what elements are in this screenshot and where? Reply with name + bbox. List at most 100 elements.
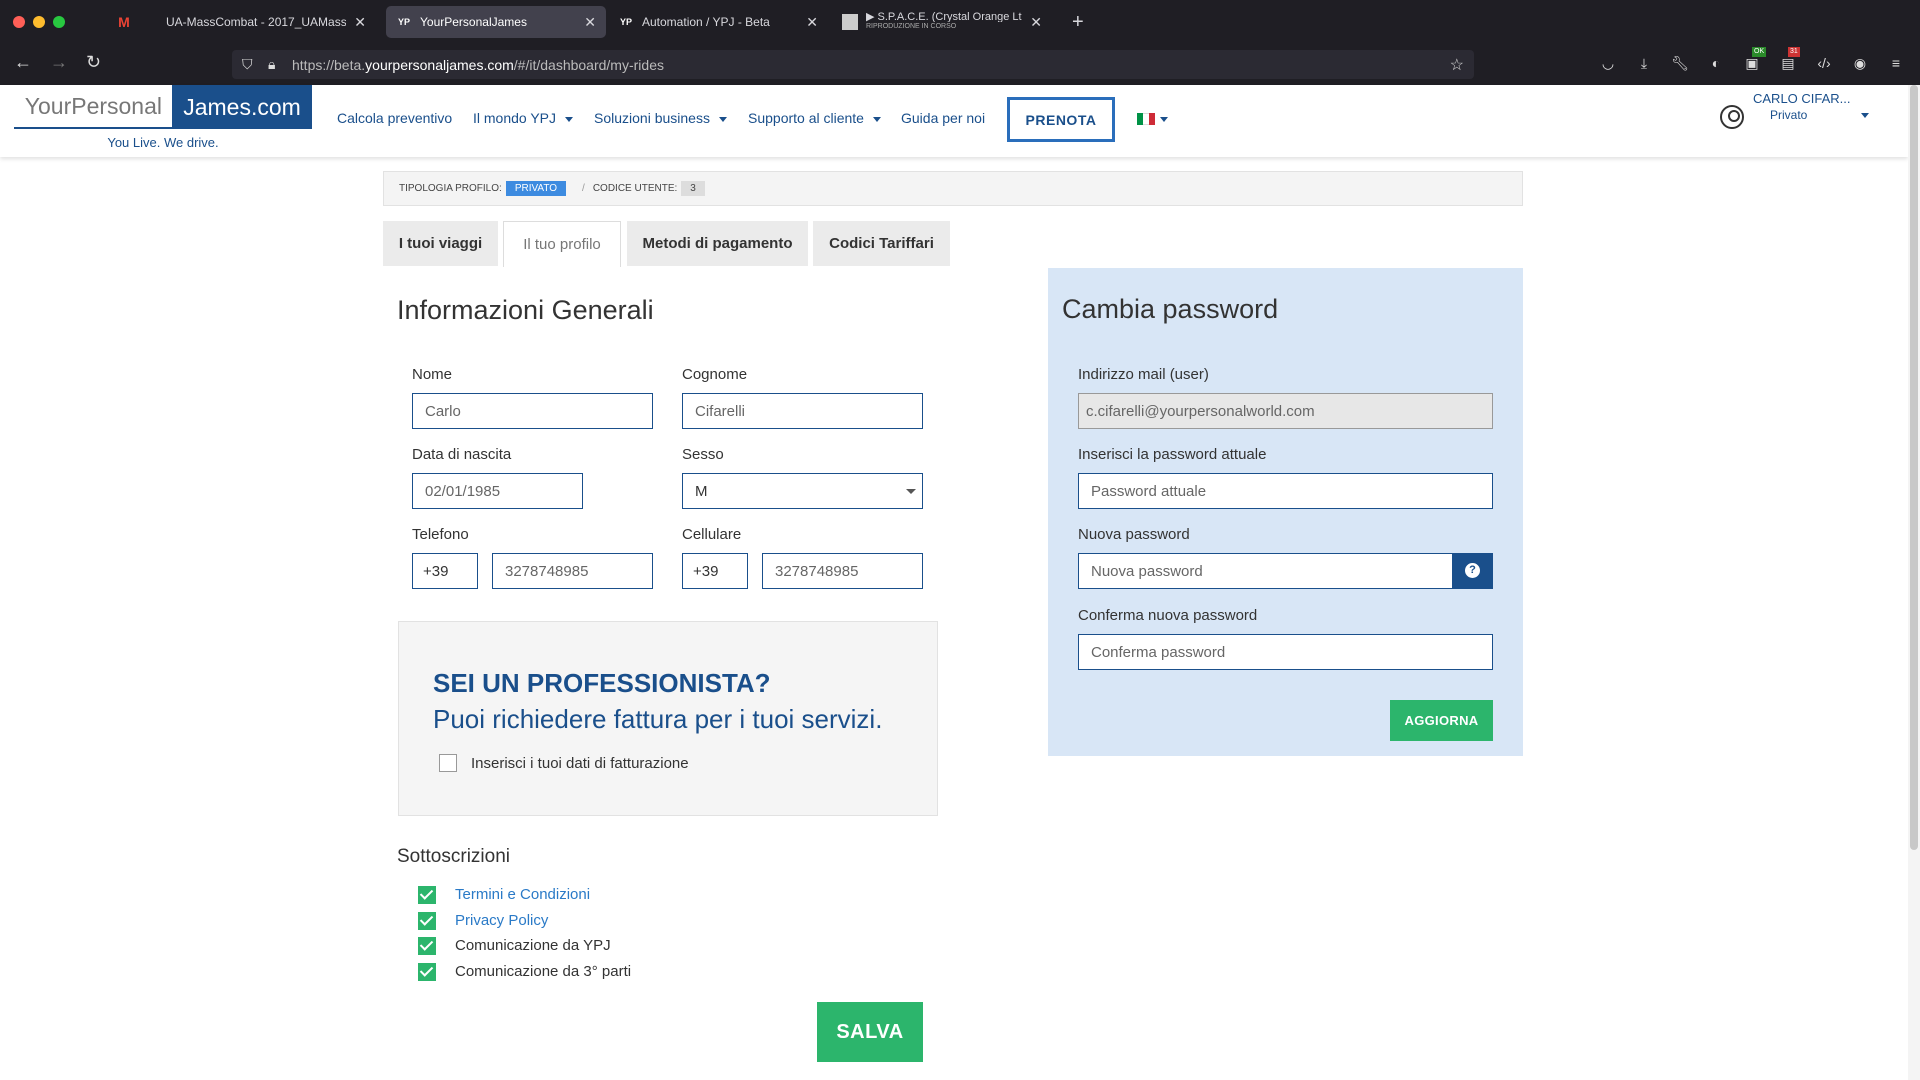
italy-flag-icon[interactable]	[1137, 113, 1155, 125]
strip-separator: /	[582, 183, 585, 194]
first-name-input[interactable]: Carlo	[412, 393, 653, 429]
scrollbar-thumb[interactable]	[1910, 85, 1918, 850]
gmail-icon: M	[118, 14, 130, 30]
user-name[interactable]: CARLO CIFAR...	[1753, 91, 1851, 106]
billing-data-checkbox[interactable]	[439, 754, 457, 772]
close-window-button[interactable]	[13, 16, 25, 28]
site-header: YourPersonal James.com You Live. We driv…	[0, 85, 1908, 157]
bookmark-star-icon[interactable]: ☆	[1450, 55, 1464, 75]
nav-guida-per-noi[interactable]: Guida per noi	[901, 110, 985, 126]
sex-select[interactable]: M	[682, 473, 923, 509]
general-info-title: Informazioni Generali	[397, 295, 654, 325]
new-tab-button[interactable]: +	[1062, 6, 1092, 38]
code-icon[interactable]: ‹/›	[1814, 53, 1834, 73]
tab-yourpersonaljames[interactable]: YP YourPersonalJames ✕	[386, 6, 606, 38]
back-arrow-icon[interactable]: ←	[14, 52, 32, 72]
tab-title: UA-MassCombat - 2017_UAMassCom	[166, 15, 347, 29]
current-password-input[interactable]: Password attuale	[1078, 473, 1493, 509]
tab-gmail[interactable]: M	[106, 6, 144, 38]
nav-calcola-preventivo[interactable]: Calcola preventivo	[337, 110, 452, 126]
nav-supporto-cliente[interactable]: Supporto al cliente	[748, 110, 881, 126]
phone-input[interactable]: 3278748985	[492, 553, 653, 589]
terms-link[interactable]: Termini e Condizioni	[455, 886, 590, 903]
professional-title: SEI UN PROFESSIONISTA?	[433, 668, 771, 698]
tab-i-tuoi-viaggi[interactable]: I tuoi viaggi	[383, 221, 498, 266]
mobile-prefix-input[interactable]: +39	[682, 553, 748, 589]
new-password-input[interactable]: Nuova password	[1078, 553, 1453, 589]
shield-icon: ⛉	[242, 56, 253, 72]
close-tab-icon[interactable]: ✕	[1030, 14, 1042, 31]
url-prefix: https://beta.	[292, 56, 366, 73]
confirm-password-label: Conferma nuova password	[1078, 607, 1258, 624]
browser-chrome: M UA-MassCombat - 2017_UAMassCom ✕ YP Yo…	[0, 0, 1920, 85]
privacy-link[interactable]: Privacy Policy	[455, 912, 548, 929]
mobile-label: Cellulare	[682, 526, 742, 543]
third-party-communications-checkbox[interactable]	[418, 963, 436, 981]
change-password-title: Cambia password	[1062, 294, 1279, 324]
update-password-button[interactable]: AGGIORNA	[1390, 700, 1493, 741]
nav-label: Supporto al cliente	[748, 110, 864, 126]
video-favicon-icon	[842, 14, 858, 30]
tab-automation-ypj[interactable]: YP Automation / YPJ - Beta ✕	[608, 6, 828, 38]
flag-stripe	[1149, 113, 1155, 125]
birth-date-input[interactable]: 02/01/1985	[412, 473, 583, 509]
mobile-input[interactable]: 3278748985	[762, 553, 923, 589]
nav-soluzioni-business[interactable]: Soluzioni business	[594, 110, 727, 126]
phone-label: Telefono	[412, 526, 469, 543]
url-domain: yourpersonaljames.com	[365, 56, 514, 73]
minimize-window-button[interactable]	[33, 16, 45, 28]
ypj-favicon-icon: YP	[619, 17, 632, 27]
close-tab-icon[interactable]: ✕	[806, 14, 818, 31]
maximize-window-button[interactable]	[53, 16, 65, 28]
ypj-communications-checkbox[interactable]	[418, 937, 436, 955]
user-menu-caret-icon[interactable]	[1861, 113, 1869, 118]
page-scrollbar[interactable]	[1908, 85, 1920, 1080]
tab-subtitle: RIPRODUZIONE IN CORSO	[866, 23, 957, 30]
close-tab-icon[interactable]: ✕	[354, 14, 366, 31]
tab-space-playing[interactable]: ▶ S.P.A.C.E. (Crystal Orange Lt RIPRODUZ…	[832, 6, 1052, 38]
email-input: c.cifarelli@yourpersonalworld.com	[1078, 393, 1493, 429]
phone-prefix-input[interactable]: +39	[412, 553, 478, 589]
download-icon[interactable]: ⤓	[1634, 53, 1654, 73]
account-icon[interactable]: ◉	[1850, 53, 1870, 73]
language-caret-icon[interactable]	[1160, 117, 1168, 122]
terms-checkbox[interactable]	[418, 886, 436, 904]
close-tab-icon[interactable]: ✕	[584, 14, 596, 31]
prenota-button[interactable]: PRENOTA	[1007, 97, 1115, 142]
save-button[interactable]: SALVA	[817, 1002, 923, 1062]
forward-arrow-icon[interactable]: →	[50, 52, 68, 72]
profile-type-badge: PRIVATO	[505, 181, 567, 196]
tab-il-tuo-profilo[interactable]: Il tuo profilo	[503, 221, 621, 267]
tab-ua-masscombat[interactable]: UA-MassCombat - 2017_UAMassCom ✕	[156, 6, 376, 38]
logo-right[interactable]: James.com	[172, 85, 312, 129]
sex-value: M	[695, 482, 708, 500]
logo-left[interactable]: YourPersonal	[14, 85, 172, 129]
nav-mondo-ypj[interactable]: Il mondo YPJ	[473, 110, 574, 126]
sex-label: Sesso	[682, 446, 724, 463]
password-help-button[interactable]: ?	[1453, 553, 1493, 589]
tab-metodi-pagamento[interactable]: Metodi di pagamento	[627, 221, 808, 266]
tab-title: YourPersonalJames	[420, 15, 527, 29]
third-party-communications-label: Comunicazione da 3° parti	[455, 963, 632, 980]
calendar-extension-icon[interactable]: ▤ 31	[1778, 47, 1800, 73]
last-name-input[interactable]: Cifarelli	[682, 393, 923, 429]
change-password-panel: Cambia password Indirizzo mail (user) c.…	[1048, 268, 1523, 756]
wrench-icon[interactable]: 🔧︎	[1670, 53, 1690, 73]
pocket-icon[interactable]: ◡	[1598, 53, 1618, 73]
reload-icon[interactable]: ↻	[86, 52, 101, 72]
tab-title: ▶ S.P.A.C.E. (Crystal Orange Lt	[866, 12, 1022, 22]
privacy-checkbox[interactable]	[418, 912, 436, 930]
tab-codici-tariffari[interactable]: Codici Tariffari	[813, 221, 950, 266]
nav-label: Calcola preventivo	[337, 110, 453, 126]
email-label: Indirizzo mail (user)	[1078, 366, 1209, 383]
confirm-password-input[interactable]: Conferma password	[1078, 634, 1493, 670]
birth-date-label: Data di nascita	[412, 446, 512, 463]
question-icon: ?	[1465, 563, 1480, 578]
billing-data-label[interactable]: Inserisci i tuoi dati di fatturazione	[471, 755, 689, 772]
extension-icon[interactable]: ◐	[1706, 53, 1726, 73]
extension-ok-icon[interactable]: ▣ OK	[1742, 47, 1767, 73]
user-role: Privato	[1770, 108, 1808, 122]
address-bar[interactable]: ⛉ 🔒︎ https://beta. yourpersonaljames.com /…	[232, 50, 1474, 79]
user-avatar-icon[interactable]	[1720, 105, 1744, 129]
hamburger-menu-icon[interactable]: ≡	[1886, 53, 1906, 73]
